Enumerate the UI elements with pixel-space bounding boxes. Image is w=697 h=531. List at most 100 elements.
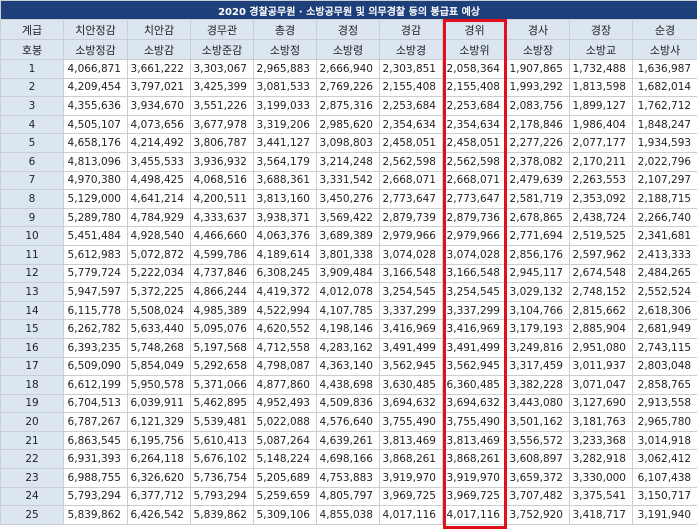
table-row: 22 6,931,393 6,264,118 5,676,102 5,148,224 4,… <box>0 449 697 470</box>
salary-cell: 3,688,361 <box>253 170 317 191</box>
salary-cell: 5,612,983 <box>63 244 128 265</box>
salary-cell: 1,732,488 <box>569 59 633 79</box>
salary-cell: 2,263,553 <box>569 170 633 191</box>
header-cell-fire-rank-6: 소방경 <box>379 39 443 60</box>
salary-cell: 6,264,118 <box>127 449 191 470</box>
salary-cell: 4,784,929 <box>127 207 191 228</box>
table-row: 23 6,988,755 6,326,620 5,736,754 5,205,689 4,… <box>0 468 697 488</box>
salary-cell: 1,986,404 <box>569 114 633 135</box>
salary-cell: 2,773,647 <box>379 189 443 209</box>
salary-cell: 2,341,681 <box>631 226 697 246</box>
salary-cell: 4,753,883 <box>316 468 380 488</box>
salary-cell: 4,737,846 <box>190 263 254 284</box>
table-row: 9 5,289,780 4,784,929 4,333,637 3,938,371 3,5… <box>0 207 697 228</box>
header-cell-rank-6: 경감 <box>379 19 443 40</box>
salary-cell: 5,289,780 <box>63 207 128 228</box>
salary-cell: 3,233,368 <box>569 430 633 451</box>
header-cell-fire-rank-0: 호봉 <box>0 39 64 60</box>
step-cell: 4 <box>0 114 64 135</box>
salary-cell: 2,769,226 <box>316 77 380 98</box>
salary-cell: 2,879,736 <box>442 207 507 228</box>
salary-cell: 3,254,545 <box>442 282 507 302</box>
salary-cell: 2,913,558 <box>631 393 697 414</box>
salary-cell: 5,676,102 <box>190 449 254 470</box>
salary-cell: 5,748,268 <box>127 337 191 358</box>
salary-cell: 4,438,698 <box>316 375 380 395</box>
header-cell-fire-rank-4: 소방정 <box>253 39 317 60</box>
table-row: 6 4,813,096 3,455,533 3,936,932 3,564,179 3,2… <box>0 151 697 172</box>
step-cell: 2 <box>0 77 64 98</box>
salary-cell: 2,303,851 <box>379 59 443 79</box>
salary-cell: 3,104,766 <box>506 300 570 321</box>
salary-cell: 3,455,533 <box>127 151 191 172</box>
salary-cell: 2,438,724 <box>569 207 633 228</box>
salary-cell: 3,689,389 <box>316 226 380 246</box>
salary-cell: 2,858,765 <box>631 375 697 395</box>
salary-cell: 3,166,548 <box>379 263 443 284</box>
salary-cell: 4,017,116 <box>379 505 443 525</box>
step-cell: 22 <box>0 449 64 470</box>
salary-cell: 3,425,399 <box>190 77 254 98</box>
salary-cell: 4,641,214 <box>127 189 191 209</box>
salary-cell: 2,668,071 <box>442 170 507 191</box>
salary-cell: 4,522,994 <box>253 300 317 321</box>
salary-cell: 6,787,267 <box>63 412 128 432</box>
salary-cell: 5,462,895 <box>190 393 254 414</box>
header-row-fire-ranks: 호봉 소방정감 소방감 소방준감 소방정 소방령 소방경 소방위 소방장 소방교 소방사 <box>0 39 697 60</box>
table-row: 17 6,509,090 5,854,049 5,292,658 4,798,087 4,… <box>0 356 697 377</box>
salary-cell: 3,491,499 <box>442 337 507 358</box>
salary-cell: 2,353,092 <box>569 189 633 209</box>
salary-cell: 5,087,264 <box>253 430 317 451</box>
salary-cell: 3,707,482 <box>506 486 570 507</box>
salary-cell: 2,277,226 <box>506 133 570 153</box>
salary-cell: 4,012,078 <box>316 282 380 302</box>
salary-cell: 2,266,740 <box>631 207 697 228</box>
salary-cell: 5,839,862 <box>63 505 128 525</box>
salary-cell: 4,639,261 <box>316 430 380 451</box>
salary-cell: 2,170,211 <box>569 151 633 172</box>
header-cell-fire-rank-8: 소방장 <box>506 39 570 60</box>
step-cell: 20 <box>0 412 64 432</box>
salary-cell: 6,107,438 <box>631 468 697 488</box>
salary-cell: 4,576,640 <box>316 412 380 432</box>
table-row: 3 4,355,636 3,934,670 3,551,226 3,199,033 2,8… <box>0 96 697 116</box>
table-row: 20 6,787,267 6,121,329 5,539,481 5,022,088 4,… <box>0 412 697 432</box>
step-cell: 18 <box>0 375 64 395</box>
table-title: 2020 경찰공무원 · 소방공무원 및 의무경찰 등의 봉급표 예상 <box>0 0 697 20</box>
salary-cell: 3,317,459 <box>506 356 570 377</box>
table-body: 1 4,066,871 3,661,222 3,303,067 2,965,883 2,6… <box>0 59 697 525</box>
salary-cell: 2,155,408 <box>379 77 443 98</box>
header-cell-fire-rank-7: 소방위 <box>442 39 507 60</box>
salary-cell: 2,979,966 <box>379 226 443 246</box>
salary-cell: 3,011,937 <box>569 356 633 377</box>
salary-cell: 4,805,797 <box>316 486 380 507</box>
salary-cell: 4,505,107 <box>63 114 128 135</box>
salary-cell: 3,755,490 <box>379 412 443 432</box>
salary-cell: 2,668,071 <box>379 170 443 191</box>
salary-cell: 3,694,632 <box>442 393 507 414</box>
salary-cell: 5,793,294 <box>190 486 254 507</box>
salary-cell: 2,985,620 <box>316 114 380 135</box>
salary-cell: 6,509,090 <box>63 356 128 377</box>
salary-cell: 1,907,865 <box>506 59 570 79</box>
salary-cell: 4,214,492 <box>127 133 191 153</box>
salary-cell: 4,355,636 <box>63 96 128 116</box>
header-row-police-ranks: 계급 치안정감 치안감 경무관 총경 경정 경감 경위 경사 경장 순경 <box>0 19 697 40</box>
salary-cell: 2,885,904 <box>569 319 633 339</box>
salary-cell: 3,179,193 <box>506 319 570 339</box>
salary-cell: 3,375,541 <box>569 486 633 507</box>
salary-cell: 3,936,932 <box>190 151 254 172</box>
salary-cell: 3,282,918 <box>569 449 633 470</box>
salary-cell: 2,562,598 <box>442 151 507 172</box>
salary-cell: 6,988,755 <box>63 468 128 488</box>
salary-cell: 5,854,049 <box>127 356 191 377</box>
salary-cell: 2,815,662 <box>569 300 633 321</box>
salary-cell: 5,292,658 <box>190 356 254 377</box>
salary-cell: 2,879,739 <box>379 207 443 228</box>
salary-cell: 5,610,413 <box>190 430 254 451</box>
salary-cell: 6,704,513 <box>63 393 128 414</box>
salary-cell: 4,200,511 <box>190 189 254 209</box>
table-row: 12 5,779,724 5,222,034 4,737,846 6,308,245 3,… <box>0 263 697 284</box>
header-cell-rank-9: 경장 <box>569 19 633 40</box>
salary-cell: 3,969,725 <box>379 486 443 507</box>
